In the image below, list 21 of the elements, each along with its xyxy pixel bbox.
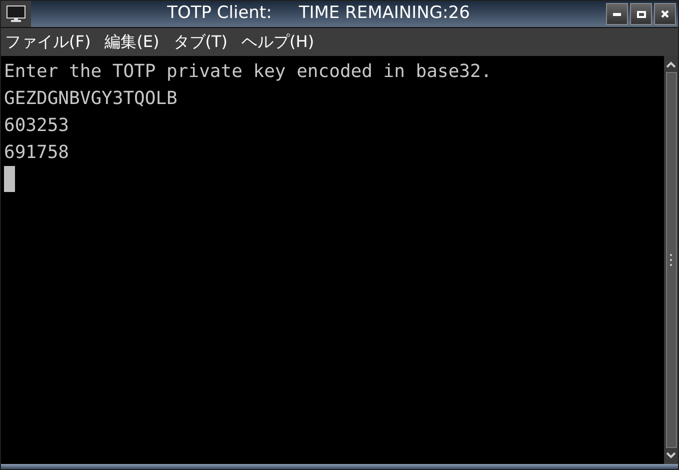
scroll-down-icon[interactable] bbox=[666, 451, 676, 459]
terminal-line: GEZDGNBVGY3TQOLB bbox=[4, 87, 178, 111]
app-icon[interactable] bbox=[1, 1, 31, 27]
terminal-line: 603253 bbox=[4, 114, 70, 138]
menu-item[interactable]: タブ(T) bbox=[173, 30, 228, 54]
maximize-button[interactable] bbox=[630, 3, 652, 25]
scroll-up-icon[interactable] bbox=[666, 61, 676, 69]
close-button[interactable] bbox=[654, 3, 676, 25]
maximize-icon bbox=[636, 10, 646, 18]
terminal-line: Enter the TOTP private key encoded in base32. bbox=[4, 60, 492, 84]
text-cursor bbox=[4, 166, 15, 192]
menu-item[interactable]: ファイル(F) bbox=[5, 30, 91, 54]
window-title: TOTP Client: TIME REMAINING:26 bbox=[167, 2, 470, 26]
menu-item[interactable]: 編集(E) bbox=[104, 30, 160, 54]
menu-item[interactable]: ヘルプ(H) bbox=[242, 30, 314, 54]
minimize-icon bbox=[613, 12, 621, 16]
minimize-button[interactable] bbox=[606, 3, 628, 25]
terminal-line: 691758 bbox=[4, 141, 70, 165]
scrollbar-thumb[interactable] bbox=[666, 72, 676, 448]
terminal-area[interactable]: Enter the TOTP private key encoded in base32. GEZDGNBVGY3TQOLB 603253 691758 bbox=[1, 56, 664, 464]
close-icon bbox=[661, 10, 669, 18]
